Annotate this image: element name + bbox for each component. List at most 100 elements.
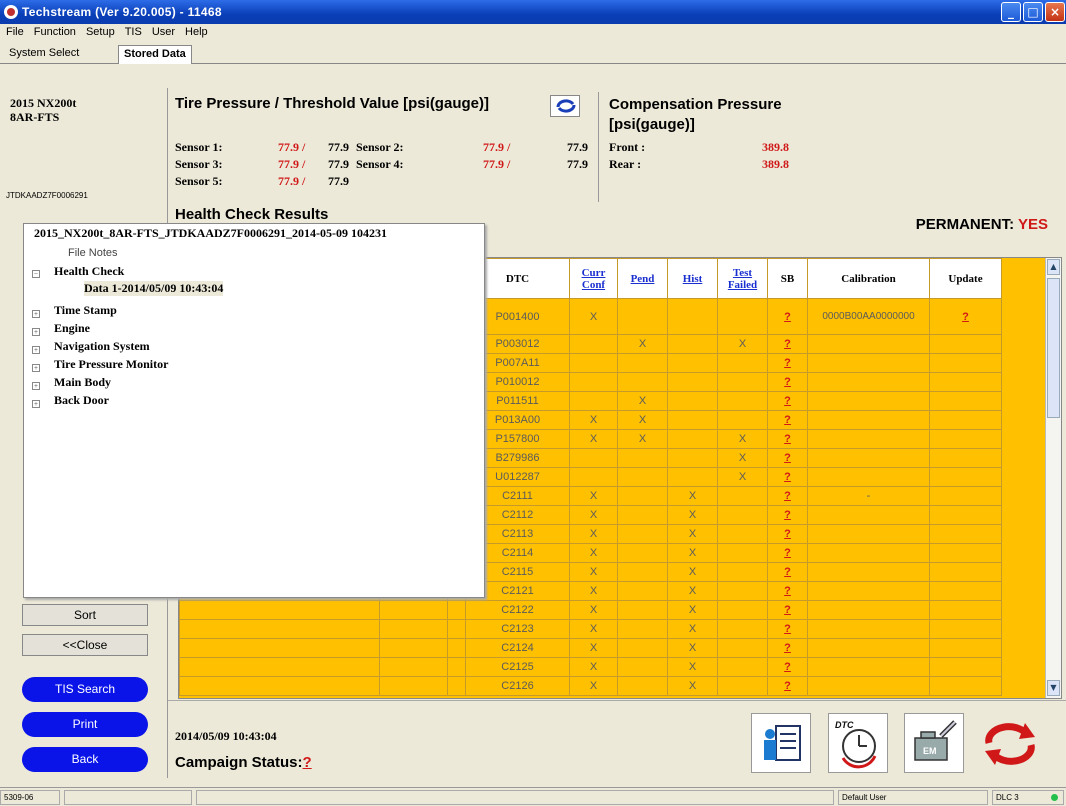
close-window-button[interactable]: × xyxy=(1045,2,1065,22)
update-link xyxy=(929,334,1002,354)
scroll-down-icon[interactable]: ▼ xyxy=(1047,680,1060,696)
collapse-icon[interactable]: − xyxy=(32,270,40,278)
sb-link[interactable]: ? xyxy=(767,600,808,620)
tab-system-select[interactable]: System Select xyxy=(4,45,84,64)
scroll-thumb[interactable] xyxy=(1047,278,1060,418)
campaign-value[interactable]: ? xyxy=(303,754,312,771)
print-button[interactable]: Print xyxy=(22,712,148,737)
curr-conf-cell: X xyxy=(569,600,618,620)
calibration-cell xyxy=(807,448,930,468)
curr-conf-cell: X xyxy=(569,638,618,658)
tree-health-check[interactable]: Health Check xyxy=(54,264,124,279)
expand-icon[interactable]: + xyxy=(32,310,40,318)
tree-file-notes[interactable]: File Notes xyxy=(68,247,118,259)
sensor-3-label: Sensor 3: xyxy=(175,157,223,171)
table-row[interactable]: C2126 X X? xyxy=(179,676,1002,696)
hist-cell: X xyxy=(667,600,718,620)
sb-link[interactable]: ? xyxy=(767,372,808,392)
update-link xyxy=(929,467,1002,487)
tree-item-main-body[interactable]: Main Body xyxy=(54,375,111,390)
sb-link[interactable]: ? xyxy=(767,391,808,411)
sb-link[interactable]: ? xyxy=(767,524,808,544)
menu-file[interactable]: File xyxy=(0,24,28,38)
tree-item-navigation[interactable]: Navigation System xyxy=(54,339,150,354)
table-row[interactable]: C2123 X X? xyxy=(179,619,1002,639)
tree-item-tire-pressure[interactable]: Tire Pressure Monitor xyxy=(54,357,168,372)
tree-item-time-stamp[interactable]: Time Stamp xyxy=(54,303,117,318)
table-row[interactable]: C2124 X X? xyxy=(179,638,1002,658)
curr-conf-cell: X xyxy=(569,619,618,639)
hist-cell: X xyxy=(667,524,718,544)
back-button[interactable]: Back xyxy=(22,747,148,772)
sb-link[interactable]: ? xyxy=(767,543,808,563)
expand-icon[interactable]: + xyxy=(32,400,40,408)
expand-icon[interactable]: + xyxy=(32,346,40,354)
sb-link[interactable]: ? xyxy=(767,353,808,373)
update-link xyxy=(929,353,1002,373)
menu-help[interactable]: Help xyxy=(179,24,212,38)
sb-link[interactable]: ? xyxy=(767,429,808,449)
vehicle-engine: 8AR-FTS xyxy=(10,110,60,124)
dtc-button[interactable]: DTC xyxy=(828,713,888,773)
bottom-area: 2014/05/09 10:43:04 Campaign Status:? DT… xyxy=(168,700,1066,778)
test-failed-cell xyxy=(717,391,768,411)
sb-link[interactable]: ? xyxy=(767,334,808,354)
tab-stored-data[interactable]: Stored Data xyxy=(118,45,192,64)
refresh-button[interactable] xyxy=(550,95,580,117)
sb-link[interactable]: ? xyxy=(767,486,808,506)
test-failed-cell xyxy=(717,372,768,392)
update-link xyxy=(929,562,1002,582)
calibration-cell xyxy=(807,581,930,601)
expand-icon[interactable]: + xyxy=(32,364,40,372)
tree-item-engine[interactable]: Engine xyxy=(54,321,90,336)
sb-link[interactable]: ? xyxy=(767,448,808,468)
compensation-title-line2: [psi(gauge)] xyxy=(609,116,695,133)
header-sb: SB xyxy=(767,258,808,299)
sb-link[interactable]: ? xyxy=(767,298,808,335)
update-link xyxy=(929,581,1002,601)
sb-link[interactable]: ? xyxy=(767,638,808,658)
permanent-value: YES xyxy=(1017,216,1048,233)
hist-cell: X xyxy=(667,619,718,639)
scroll-up-icon[interactable]: ▲ xyxy=(1047,259,1060,275)
sensor-4-threshold: 77.9 xyxy=(567,157,588,171)
menu-user[interactable]: User xyxy=(146,24,179,38)
calibration-cell xyxy=(807,353,930,373)
refresh-data-button[interactable] xyxy=(981,713,1041,773)
menu-setup[interactable]: Setup xyxy=(80,24,119,38)
tree-item-back-door[interactable]: Back Door xyxy=(54,393,109,408)
header-pend[interactable]: Pend xyxy=(617,258,668,299)
engine-button[interactable]: EM xyxy=(904,713,964,773)
sb-link[interactable]: ? xyxy=(767,581,808,601)
table-row[interactable]: C2122 X X? xyxy=(179,600,1002,620)
menu-function[interactable]: Function xyxy=(28,24,80,38)
sort-button[interactable]: Sort xyxy=(22,604,148,626)
expand-icon[interactable]: + xyxy=(32,328,40,336)
tis-search-button[interactable]: TIS Search xyxy=(22,677,148,702)
maximize-button[interactable]: □ xyxy=(1023,2,1043,22)
table-row[interactable]: C2125 X X? xyxy=(179,657,1002,677)
expand-icon[interactable]: + xyxy=(32,382,40,390)
report-button[interactable] xyxy=(751,713,811,773)
tree-data-entry[interactable]: Data 1-2014/05/09 10:43:04 xyxy=(84,281,224,296)
update-link[interactable]: ? xyxy=(929,298,1002,335)
close-panel-button[interactable]: <<Close xyxy=(22,634,148,656)
header-hist[interactable]: Hist xyxy=(667,258,718,299)
sb-link[interactable]: ? xyxy=(767,410,808,430)
sb-link[interactable]: ? xyxy=(767,657,808,677)
permanent-status: PERMANENT: YES xyxy=(916,216,1048,233)
sb-link[interactable]: ? xyxy=(767,562,808,582)
sb-link[interactable]: ? xyxy=(767,467,808,487)
rear-value: 389.8 xyxy=(762,157,789,171)
menu-tis[interactable]: TIS xyxy=(119,24,146,38)
calibration-cell xyxy=(807,638,930,658)
sensor-2-label: Sensor 2: xyxy=(356,140,404,154)
sb-link[interactable]: ? xyxy=(767,619,808,639)
header-test-failed[interactable]: Test Failed xyxy=(717,258,768,299)
header-curr-conf[interactable]: Curr Conf xyxy=(569,258,618,299)
calibration-cell xyxy=(807,619,930,639)
table-scrollbar[interactable]: ▲ ▼ xyxy=(1045,258,1061,698)
sb-link[interactable]: ? xyxy=(767,676,808,696)
sb-link[interactable]: ? xyxy=(767,505,808,525)
minimize-button[interactable]: _ xyxy=(1001,2,1021,22)
